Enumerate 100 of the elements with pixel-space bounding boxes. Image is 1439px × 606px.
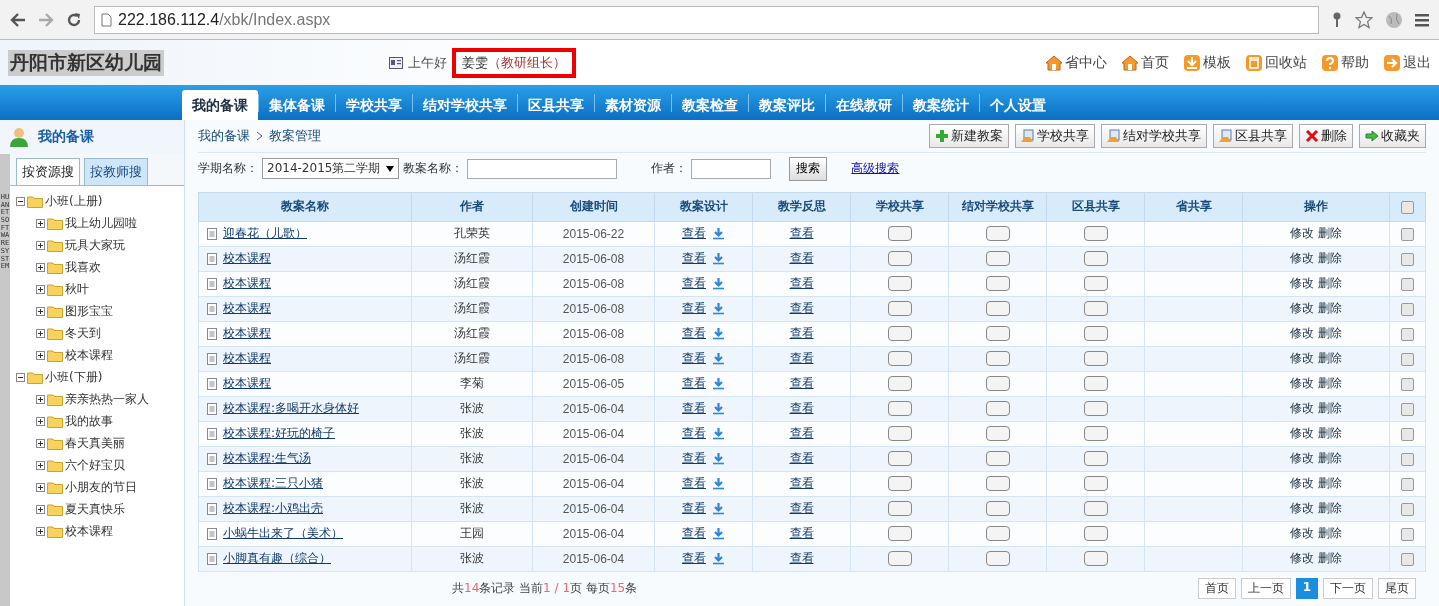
share-toggle[interactable] (1083, 326, 1108, 342)
nav-tab[interactable]: 在线教研 (826, 90, 902, 120)
share-toggle[interactable] (1083, 376, 1108, 392)
share-toggle[interactable] (1083, 426, 1108, 442)
lesson-link[interactable]: 校本课程 (223, 350, 271, 368)
address-bar[interactable]: 222.186.112.4/xbk/Index.aspx (94, 5, 1319, 34)
checkbox[interactable] (1401, 252, 1414, 266)
tree-item[interactable]: 我喜欢 (65, 258, 101, 276)
download-icon[interactable] (712, 427, 725, 441)
view-link[interactable]: 查看 (682, 450, 706, 468)
expand-icon[interactable] (36, 460, 45, 470)
share-toggle[interactable] (887, 226, 912, 242)
download-icon[interactable] (712, 377, 725, 391)
globe-icon[interactable] (1385, 10, 1403, 29)
delete-link[interactable]: 删除 (1317, 251, 1342, 266)
checkbox[interactable] (1401, 452, 1414, 466)
delete-link[interactable]: 删除 (1317, 351, 1342, 366)
share-toggle[interactable] (1083, 276, 1108, 292)
lesson-link[interactable]: 校本课程 (223, 250, 271, 268)
delete-link[interactable]: 删除 (1317, 226, 1342, 241)
page-button[interactable]: 尾页 (1378, 578, 1416, 600)
expand-icon[interactable] (36, 350, 45, 360)
tree-item[interactable]: 小班(上册) (45, 192, 103, 210)
tree-item[interactable]: 玩具大家玩 (65, 236, 125, 254)
edit-link[interactable]: 修改 (1290, 401, 1315, 416)
checkbox[interactable] (1401, 402, 1414, 416)
nav-tab[interactable]: 教案检查 (672, 90, 748, 120)
share-toggle[interactable] (1083, 251, 1108, 267)
nav-tab[interactable]: 素材资源 (595, 90, 671, 120)
header-link[interactable]: 模板 (1183, 53, 1231, 72)
edit-link[interactable]: 修改 (1290, 326, 1315, 341)
share-toggle[interactable] (985, 426, 1010, 442)
delete-link[interactable]: 删除 (1317, 526, 1342, 541)
back-icon[interactable] (10, 12, 26, 27)
view-link[interactable]: 查看 (682, 500, 706, 518)
share-toggle[interactable] (985, 376, 1010, 392)
edit-link[interactable]: 修改 (1290, 251, 1315, 266)
expand-icon[interactable] (36, 284, 45, 294)
share-toggle[interactable] (887, 376, 912, 392)
expand-icon[interactable] (36, 416, 45, 426)
checkbox[interactable] (1401, 200, 1414, 214)
nav-tab[interactable]: 个人设置 (980, 90, 1056, 120)
search-tab[interactable]: 按教师搜 (84, 158, 148, 185)
share-toggle[interactable] (1083, 401, 1108, 417)
tree-item[interactable]: 秋叶 (65, 280, 89, 298)
download-icon[interactable] (712, 327, 725, 341)
expand-icon[interactable] (36, 262, 45, 272)
page-button[interactable]: 上一页 (1240, 578, 1291, 600)
view-link[interactable]: 查看 (682, 325, 706, 343)
expand-icon[interactable] (36, 504, 45, 514)
checkbox[interactable] (1401, 227, 1414, 241)
checkbox[interactable] (1401, 352, 1414, 366)
checkbox[interactable] (1401, 277, 1414, 291)
share-toggle[interactable] (985, 501, 1010, 517)
share-toggle[interactable] (1083, 476, 1108, 492)
view-link[interactable]: 查看 (682, 375, 706, 393)
header-link[interactable]: 退出 (1383, 53, 1431, 72)
view-link[interactable]: 查看 (789, 526, 814, 541)
share-toggle[interactable] (887, 526, 912, 542)
share-toggle[interactable] (887, 476, 912, 492)
download-icon[interactable] (712, 277, 725, 291)
tree-item[interactable]: 小班(下册) (45, 368, 103, 386)
share-toggle[interactable] (887, 301, 912, 317)
expand-icon[interactable] (36, 482, 45, 492)
toolbar-button[interactable]: 结对学校共享 (1101, 124, 1207, 149)
edit-link[interactable]: 修改 (1290, 526, 1315, 541)
expand-icon[interactable] (36, 394, 45, 404)
expand-icon[interactable] (36, 306, 45, 316)
nav-tab[interactable]: 结对学校共享 (413, 90, 517, 120)
checkbox[interactable] (1401, 427, 1414, 441)
view-link[interactable]: 查看 (682, 225, 706, 243)
share-toggle[interactable] (1083, 501, 1108, 517)
delete-link[interactable]: 删除 (1317, 426, 1342, 441)
tree-item[interactable]: 夏天真快乐 (65, 500, 125, 518)
delete-link[interactable]: 删除 (1317, 476, 1342, 491)
checkbox[interactable] (1401, 527, 1414, 541)
checkbox[interactable] (1401, 327, 1414, 341)
view-link[interactable]: 查看 (789, 451, 814, 466)
download-icon[interactable] (712, 227, 725, 241)
forward-icon[interactable] (38, 12, 54, 27)
view-link[interactable]: 查看 (682, 525, 706, 543)
lesson-link[interactable]: 校本课程 (223, 300, 271, 318)
view-link[interactable]: 查看 (682, 400, 706, 418)
nav-tab[interactable]: 区县共享 (518, 90, 594, 120)
collapse-icon[interactable] (16, 372, 25, 382)
share-toggle[interactable] (1083, 451, 1108, 467)
download-icon[interactable] (712, 402, 725, 416)
share-toggle[interactable] (985, 276, 1010, 292)
header-link[interactable]: 首页 (1121, 53, 1169, 72)
nav-tab[interactable]: 教案统计 (903, 90, 979, 120)
header-link[interactable]: 回收站 (1245, 53, 1307, 72)
delete-link[interactable]: 删除 (1317, 451, 1342, 466)
delete-link[interactable]: 删除 (1317, 401, 1342, 416)
view-link[interactable]: 查看 (789, 276, 814, 291)
menu-icon[interactable] (1415, 12, 1429, 27)
share-toggle[interactable] (887, 501, 912, 517)
term-select[interactable]: 2014-2015第二学期 (262, 158, 400, 180)
delete-link[interactable]: 删除 (1317, 501, 1342, 516)
advanced-search-link[interactable]: 高级搜索 (851, 160, 900, 178)
download-icon[interactable] (712, 352, 725, 366)
